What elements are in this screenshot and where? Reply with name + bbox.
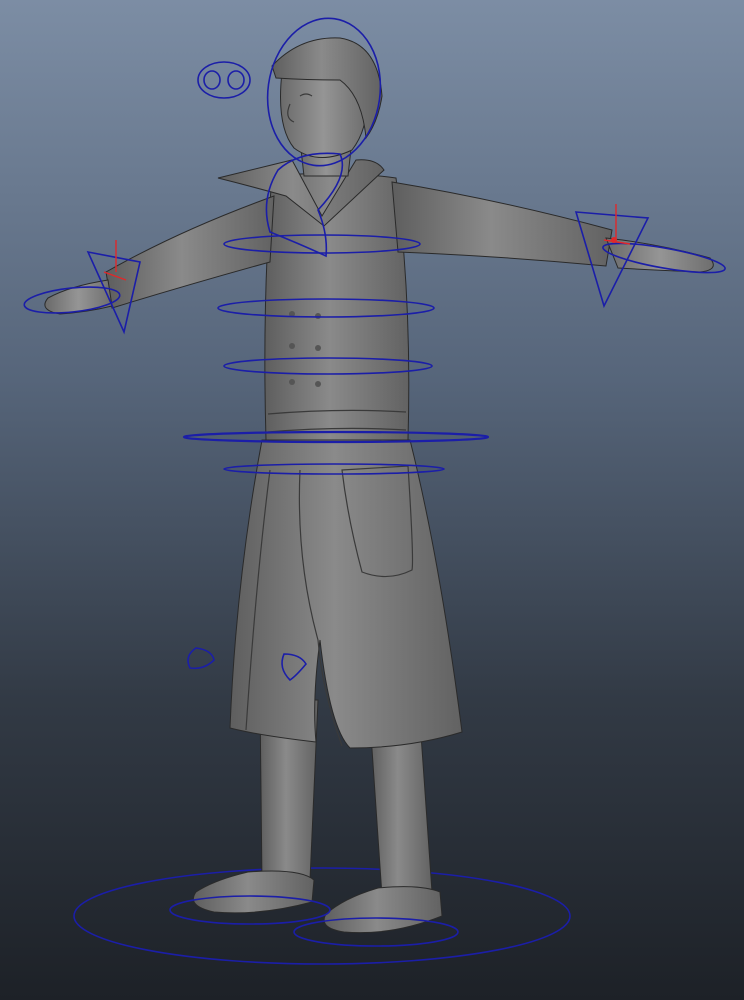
left-shoe	[192, 870, 315, 914]
maya-viewport[interactable]	[0, 0, 744, 1000]
right-hand	[44, 279, 113, 315]
eye-aim-control[interactable]	[197, 61, 251, 99]
right-arm-sleeve	[105, 195, 275, 309]
character-rig-scene[interactable]	[0, 0, 744, 1000]
right-knee-pole-control[interactable]	[187, 647, 215, 670]
coat-skirt	[229, 439, 463, 749]
right-shoe	[323, 886, 443, 934]
wrist-locator	[611, 237, 617, 243]
character-head[interactable]	[271, 37, 383, 177]
